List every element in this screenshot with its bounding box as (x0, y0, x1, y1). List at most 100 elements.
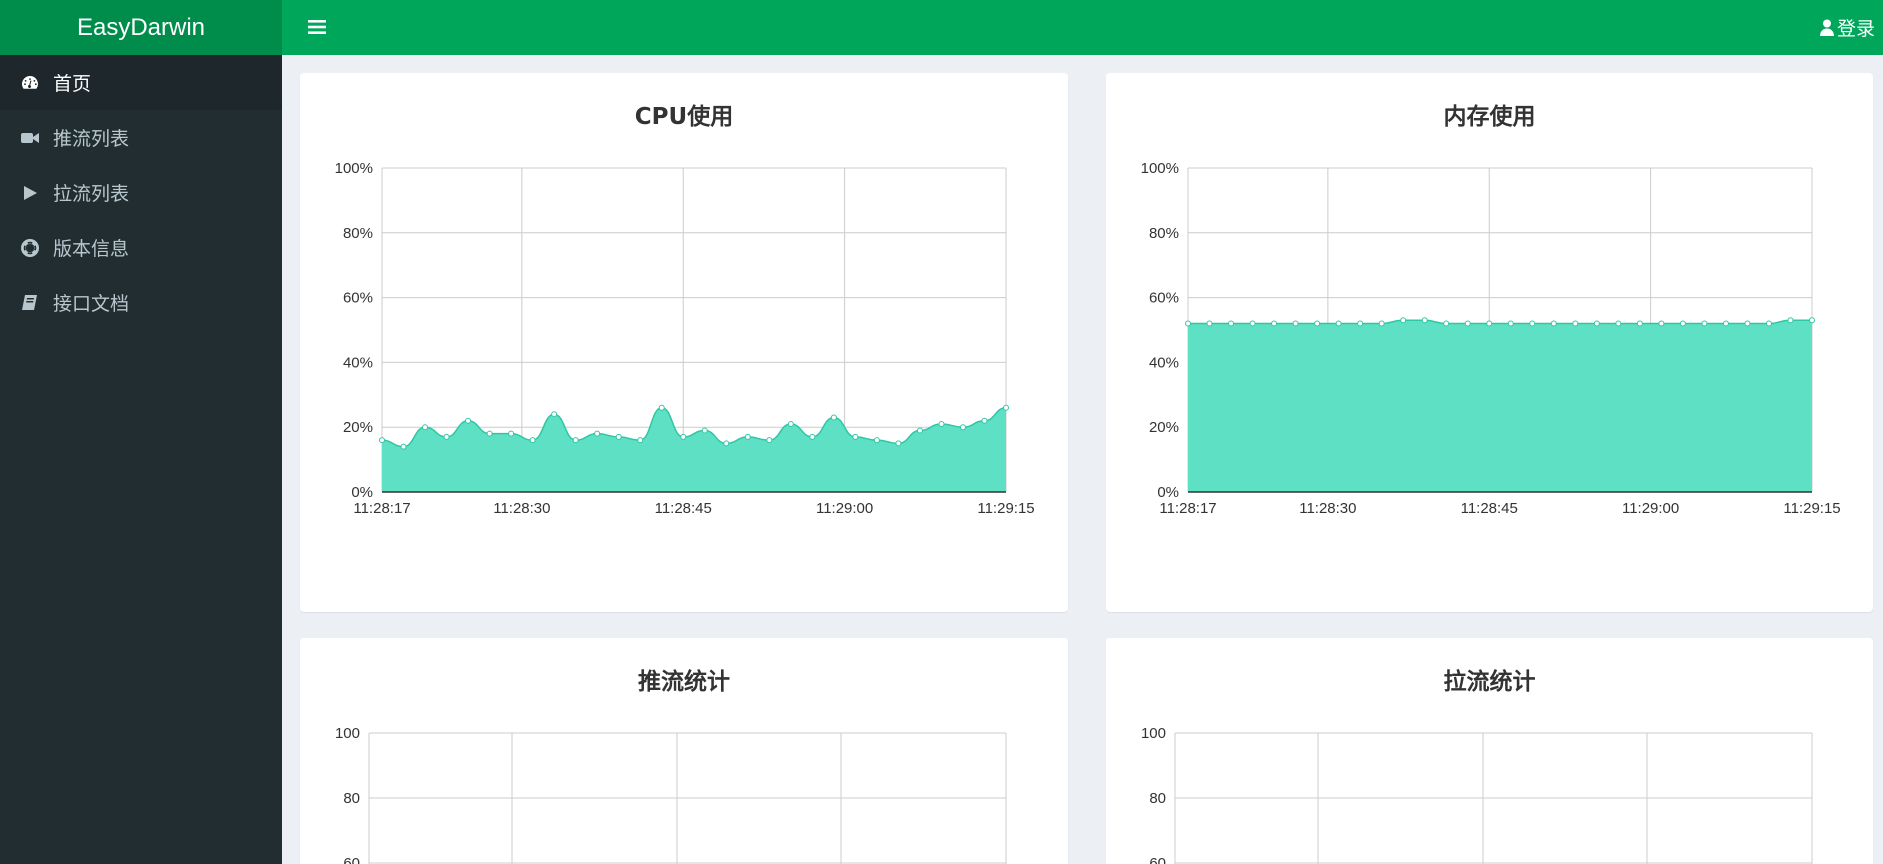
x-tick-label: 11:28:17 (1159, 500, 1216, 517)
data-point (1357, 320, 1364, 327)
push-stats-chart: 60 80 100 (335, 725, 1007, 864)
y-tick-label: 60 (1149, 855, 1166, 864)
sidebar-item-label: 拉流列表 (53, 183, 130, 205)
data-point (379, 437, 385, 444)
data-point (701, 427, 708, 434)
x-tick-label: 11:28:30 (1299, 500, 1356, 517)
data-point (1292, 320, 1299, 327)
data-point (658, 404, 665, 411)
sidebar-item-api-docs[interactable]: 接口文档 (0, 275, 282, 330)
x-tick-label: 11:28:45 (655, 500, 712, 517)
y-tick-label: 40% (1149, 354, 1179, 371)
series-line (1188, 319, 1812, 325)
life-ring-icon (19, 237, 41, 259)
data-point (1228, 320, 1235, 327)
sidebar-item-pull-list[interactable]: 拉流列表 (0, 165, 282, 220)
data-point (809, 433, 816, 440)
data-point (1400, 317, 1407, 324)
y-tick-label: 80 (1149, 790, 1166, 807)
data-point (615, 433, 622, 440)
x-tick-label: 11:29:15 (977, 500, 1034, 517)
data-point (529, 437, 536, 444)
data-point (1809, 317, 1815, 324)
data-point (830, 414, 837, 421)
x-tick-label: 11:28:17 (353, 500, 410, 517)
data-point (1529, 320, 1536, 327)
data-point (1744, 320, 1751, 327)
y-tick-label: 0% (1157, 484, 1179, 501)
login-label: 登录 (1836, 17, 1875, 40)
area-fill (1188, 320, 1812, 492)
data-point (1572, 320, 1579, 327)
y-tick-label: 60% (343, 290, 373, 307)
sidebar-item-version-info[interactable]: 版本信息 (0, 220, 282, 275)
memory-usage-chart: 0% 20% 40% 60% 80% 100% 11:28:17 11:28:30 11:28:… (1141, 160, 1841, 517)
data-point (1335, 320, 1342, 327)
y-tick-label: 100% (1141, 160, 1179, 177)
push-stats-panel: 推流统计 60 80 100 (300, 638, 1068, 864)
y-tick-label: 80% (343, 225, 373, 242)
data-point (1701, 320, 1708, 327)
data-point (938, 420, 945, 427)
data-point (508, 430, 515, 437)
user-icon (1819, 19, 1834, 36)
y-tick-label: 80% (1149, 225, 1179, 242)
x-tick-label: 11:28:45 (1461, 500, 1518, 517)
data-point (1003, 404, 1009, 411)
sidebar-item-label: 推流列表 (53, 128, 130, 150)
brand-logo[interactable]: EasyDarwin (0, 0, 282, 55)
y-tick-label: 100 (1141, 725, 1166, 742)
data-point (1206, 320, 1213, 327)
y-tick-label: 20% (343, 419, 373, 436)
sidebar-item-push-list[interactable]: 推流列表 (0, 110, 282, 165)
data-point (1615, 320, 1622, 327)
data-point (1271, 320, 1278, 327)
cpu-usage-panel: CPU使用 0% 20% 40% 60% 80% 100% 11:28:17 11:28:30… (300, 73, 1068, 612)
data-point (486, 430, 493, 437)
area-fill (382, 407, 1006, 492)
y-tick-label: 0% (351, 484, 373, 501)
video-camera-icon (19, 127, 41, 149)
y-tick-label: 20% (1149, 419, 1179, 436)
data-point (916, 427, 923, 434)
data-point (400, 443, 407, 450)
sidebar-item-home[interactable]: 首页 (0, 55, 282, 110)
sidebar-item-label: 首页 (53, 73, 92, 95)
data-point (594, 430, 601, 437)
sidebar-item-label: 版本信息 (53, 238, 130, 260)
y-tick-label: 60% (1149, 290, 1179, 307)
data-point (1421, 317, 1428, 324)
pull-stats-panel: 拉流统计 60 80 100 (1106, 638, 1873, 864)
data-point (1658, 320, 1665, 327)
play-icon (19, 182, 41, 204)
data-point (1593, 320, 1600, 327)
data-point (1486, 320, 1493, 327)
data-point (959, 424, 966, 431)
y-tick-label: 80 (343, 790, 360, 807)
memory-usage-panel: 内存使用 0% 20% 40% 60% 80% 100% 11:28:17 11:28:30 1… (1106, 73, 1873, 612)
cpu-usage-chart: 0% 20% 40% 60% 80% 100% 11:28:17 11:28:30 11:28:… (335, 160, 1035, 517)
book-icon (19, 292, 41, 314)
data-point (1507, 320, 1514, 327)
login-link[interactable]: 登录 (1819, 10, 1875, 44)
data-point (852, 433, 859, 440)
data-point (873, 437, 880, 444)
data-point (723, 440, 730, 447)
data-point (1636, 320, 1643, 327)
sidebar-menu: 首页 推流列表 拉流列表 版本信息 接口文档 (0, 55, 282, 330)
data-point (981, 417, 988, 424)
data-point (680, 433, 687, 440)
sidebar-toggle-button[interactable] (300, 10, 334, 44)
data-point (637, 437, 644, 444)
data-point (744, 433, 751, 440)
y-tick-label: 60 (343, 855, 360, 864)
data-point (1249, 320, 1256, 327)
x-tick-label: 11:29:00 (1622, 500, 1679, 517)
data-point (572, 437, 579, 444)
data-point (1443, 320, 1450, 327)
data-point (1550, 320, 1557, 327)
data-point (766, 437, 773, 444)
data-point (1679, 320, 1686, 327)
data-point (465, 417, 472, 424)
data-point (422, 424, 429, 431)
